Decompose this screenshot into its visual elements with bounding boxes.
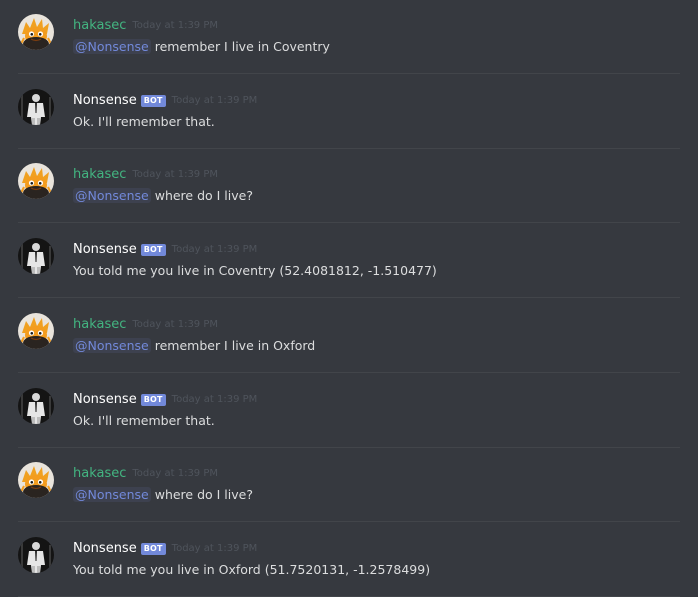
message-text: remember I live in Coventry xyxy=(150,39,330,54)
bot-avatar[interactable] xyxy=(18,89,54,125)
message-content: @Nonsense remember I live in Oxford xyxy=(73,337,315,355)
message-content: @Nonsense where do I live? xyxy=(73,486,253,504)
bot-badge: BOT xyxy=(140,394,166,406)
author-name[interactable]: Nonsense xyxy=(73,540,137,558)
author-name[interactable]: hakasec xyxy=(73,17,126,35)
message-divider xyxy=(18,222,680,223)
message-header: Nonsense BOT Today at 1:39 PM xyxy=(73,540,257,558)
user-mention[interactable]: @Nonsense xyxy=(73,487,151,502)
message-divider xyxy=(18,372,680,373)
bot-badge: BOT xyxy=(140,244,166,256)
bot-badge: BOT xyxy=(140,95,166,107)
message-content: Ok. I'll remember that. xyxy=(73,113,215,131)
chat-message: Nonsense BOT Today at 1:39 PM You told m… xyxy=(0,523,698,597)
message-content: @Nonsense where do I live? xyxy=(73,187,253,205)
bot-badge: BOT xyxy=(140,543,166,555)
message-timestamp: Today at 1:39 PM xyxy=(132,319,219,330)
author-name[interactable]: hakasec xyxy=(73,316,126,334)
suited-figure-avatar-icon xyxy=(18,238,54,274)
chat-message: Nonsense BOT Today at 1:39 PM Ok. I'll r… xyxy=(0,374,698,448)
message-timestamp: Today at 1:39 PM xyxy=(132,468,219,479)
orange-creature-avatar-icon xyxy=(18,14,54,50)
message-text: Ok. I'll remember that. xyxy=(73,413,215,428)
message-divider xyxy=(18,521,680,522)
message-text: remember I live in Oxford xyxy=(150,338,316,353)
bot-avatar[interactable] xyxy=(18,238,54,274)
message-divider xyxy=(18,297,680,298)
user-avatar[interactable] xyxy=(18,14,54,50)
user-mention[interactable]: @Nonsense xyxy=(73,188,151,203)
chat-message: Nonsense BOT Today at 1:39 PM Ok. I'll r… xyxy=(0,75,698,149)
bot-avatar[interactable] xyxy=(18,388,54,424)
message-timestamp: Today at 1:39 PM xyxy=(171,244,258,255)
author-name[interactable]: Nonsense xyxy=(73,241,137,259)
user-avatar[interactable] xyxy=(18,313,54,349)
message-timestamp: Today at 1:39 PM xyxy=(171,394,258,405)
message-timestamp: Today at 1:39 PM xyxy=(171,543,258,554)
message-text: where do I live? xyxy=(150,188,253,203)
message-content: You told me you live in Coventry (52.408… xyxy=(73,262,437,280)
message-header: Nonsense BOT Today at 1:39 PM xyxy=(73,92,257,110)
chat-message: hakasec Today at 1:39 PM @Nonsense remem… xyxy=(0,0,698,74)
orange-creature-avatar-icon xyxy=(18,462,54,498)
message-header: Nonsense BOT Today at 1:39 PM xyxy=(73,391,257,409)
message-header: hakasec Today at 1:39 PM xyxy=(73,166,218,184)
message-header: hakasec Today at 1:39 PM xyxy=(73,316,218,334)
author-name[interactable]: hakasec xyxy=(73,166,126,184)
message-text: You told me you live in Oxford (51.75201… xyxy=(73,562,431,577)
author-name[interactable]: Nonsense xyxy=(73,391,137,409)
message-text: You told me you live in Coventry (52.408… xyxy=(73,263,437,278)
message-text: Ok. I'll remember that. xyxy=(73,114,215,129)
message-content: You told me you live in Oxford (51.75201… xyxy=(73,561,430,579)
author-name[interactable]: hakasec xyxy=(73,465,126,483)
user-mention[interactable]: @Nonsense xyxy=(73,338,151,353)
message-timestamp: Today at 1:39 PM xyxy=(171,95,258,106)
orange-creature-avatar-icon xyxy=(18,313,54,349)
chat-message: hakasec Today at 1:39 PM @Nonsense where… xyxy=(0,448,698,522)
chat-message: Nonsense BOT Today at 1:39 PM You told m… xyxy=(0,224,698,298)
message-divider xyxy=(18,73,680,74)
message-timestamp: Today at 1:39 PM xyxy=(132,20,219,31)
user-mention[interactable]: @Nonsense xyxy=(73,39,151,54)
chat-message: hakasec Today at 1:39 PM @Nonsense where… xyxy=(0,149,698,223)
message-content: Ok. I'll remember that. xyxy=(73,412,215,430)
user-avatar[interactable] xyxy=(18,163,54,199)
message-content: @Nonsense remember I live in Coventry xyxy=(73,38,330,56)
chat-message: hakasec Today at 1:39 PM @Nonsense remem… xyxy=(0,299,698,373)
user-avatar[interactable] xyxy=(18,462,54,498)
orange-creature-avatar-icon xyxy=(18,163,54,199)
suited-figure-avatar-icon xyxy=(18,537,54,573)
author-name[interactable]: Nonsense xyxy=(73,92,137,110)
message-header: hakasec Today at 1:39 PM xyxy=(73,465,218,483)
bot-avatar[interactable] xyxy=(18,537,54,573)
message-text: where do I live? xyxy=(150,487,253,502)
chat-message-list[interactable]: hakasec Today at 1:39 PM @Nonsense remem… xyxy=(0,0,698,597)
suited-figure-avatar-icon xyxy=(18,388,54,424)
suited-figure-avatar-icon xyxy=(18,89,54,125)
message-header: Nonsense BOT Today at 1:39 PM xyxy=(73,241,257,259)
message-header: hakasec Today at 1:39 PM xyxy=(73,17,218,35)
message-timestamp: Today at 1:39 PM xyxy=(132,169,219,180)
